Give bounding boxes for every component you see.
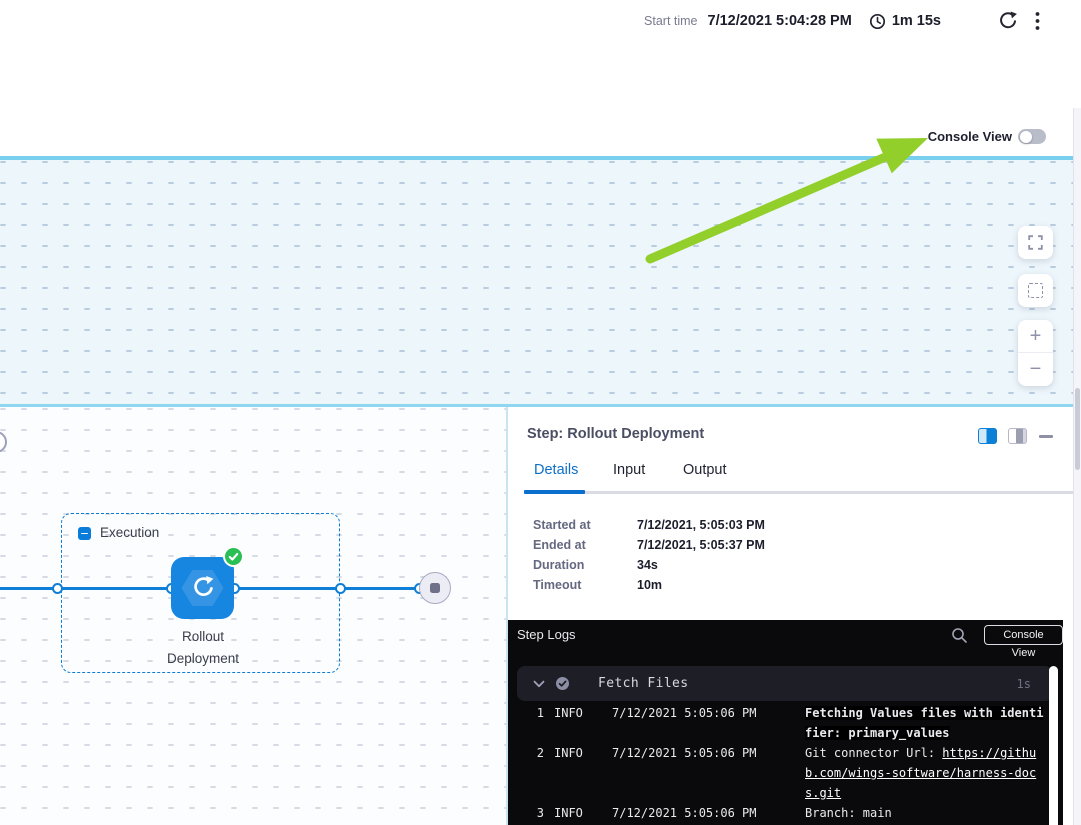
marquee-icon <box>1028 283 1043 298</box>
detail-label: Ended at <box>533 538 586 552</box>
chevron-down-icon[interactable] <box>533 680 545 688</box>
log-line-number: 2 <box>508 743 544 803</box>
elapsed-time: 1m 15s <box>892 13 941 29</box>
log-row: 2 INFO 7/12/2021 5:05:06 PM Git connecto… <box>508 743 1063 803</box>
detail-label: Started at <box>533 518 591 532</box>
start-time-value: 7/12/2021 5:04:28 PM <box>708 13 852 29</box>
step-logs-title: Step Logs <box>517 627 576 642</box>
detail-value: 7/12/2021, 5:05:37 PM <box>637 538 765 552</box>
step-details-panel: Step: Rollout Deployment Details Input O… <box>508 407 1073 825</box>
log-group-duration: 1s <box>1017 677 1031 691</box>
pipeline-canvas-lower[interactable]: Execution Rollout Deployment <box>0 407 506 825</box>
split-view-active-icon[interactable] <box>978 428 997 444</box>
execution-topbar: Start time 7/12/2021 5:04:28 PM 1m 15s <box>0 0 1081 109</box>
log-row: 1 INFO 7/12/2021 5:05:06 PM Fetching Val… <box>508 703 1063 743</box>
execution-group-label: Execution <box>100 525 159 540</box>
log-message: Git connector Url: https://github.com/wi… <box>805 743 1044 803</box>
tab-output[interactable]: Output <box>683 462 727 478</box>
node-label: Rollout Deployment <box>109 626 297 670</box>
tab-details[interactable]: Details <box>534 462 578 478</box>
log-line-number: 3 <box>508 803 544 823</box>
active-tab-underline <box>524 490 585 494</box>
console-view-button[interactable]: Console View <box>984 625 1063 645</box>
search-icon[interactable] <box>951 627 968 644</box>
tab-input[interactable]: Input <box>613 462 645 478</box>
pipeline-canvas-upper[interactable]: + − <box>0 160 1073 404</box>
fullscreen-icon <box>1028 235 1043 250</box>
toggle-knob <box>1020 131 1032 143</box>
log-message: Branch: main <box>805 803 1044 823</box>
clock-icon <box>869 13 886 30</box>
pipeline-execution-page: Start time 7/12/2021 5:04:28 PM 1m 15s C… <box>0 0 1081 825</box>
stop-node[interactable] <box>419 572 451 604</box>
refresh-button[interactable] <box>998 11 1018 31</box>
check-icon <box>228 552 239 562</box>
console-view-bar: Console View <box>0 108 1081 156</box>
fit-selection-button[interactable] <box>1018 274 1053 307</box>
log-group-name: Fetch Files <box>598 676 689 691</box>
page-scrollbar-thumb[interactable] <box>1075 388 1080 470</box>
panel-title: Step: Rollout Deployment <box>527 426 704 442</box>
step-success-icon <box>556 677 569 690</box>
log-timestamp: 7/12/2021 5:05:06 PM <box>612 743 805 803</box>
zoom-controls: + − <box>1018 320 1053 386</box>
log-message: Fetching Values files with identifier: p… <box>805 703 1044 743</box>
connector-dot <box>52 583 63 594</box>
connector-dot <box>335 583 346 594</box>
kebab-menu-icon[interactable] <box>1035 11 1040 31</box>
log-lines: 1 INFO 7/12/2021 5:05:06 PM Fetching Val… <box>508 703 1063 823</box>
console-view-label: Console View <box>928 129 1012 144</box>
minimize-panel-icon[interactable] <box>1039 435 1053 438</box>
split-view-inactive-icon[interactable] <box>1008 428 1027 444</box>
fullscreen-button[interactable] <box>1018 226 1053 259</box>
rollout-icon <box>190 575 216 601</box>
log-group-fetch-files[interactable]: Fetch Files 1s <box>517 666 1053 701</box>
tab-separator <box>524 491 1073 494</box>
collapse-group-button[interactable] <box>78 527 91 540</box>
log-level: INFO <box>554 743 612 803</box>
log-timestamp: 7/12/2021 5:05:06 PM <box>612 803 805 823</box>
rollout-deployment-node[interactable] <box>171 557 234 619</box>
zoom-out-button[interactable]: − <box>1018 353 1053 386</box>
detail-value: 34s <box>637 558 658 572</box>
console-view-toggle[interactable] <box>1018 129 1046 144</box>
log-line-number: 1 <box>508 703 544 743</box>
detail-value: 10m <box>637 578 662 592</box>
detail-label: Duration <box>533 558 584 572</box>
log-timestamp: 7/12/2021 5:05:06 PM <box>612 703 805 743</box>
start-time-label: Start time <box>644 14 698 28</box>
detail-label: Timeout <box>533 578 581 592</box>
log-row: 3 INFO 7/12/2021 5:05:06 PM Branch: main <box>508 803 1063 823</box>
success-badge <box>225 548 242 565</box>
log-scrollbar-thumb[interactable] <box>1049 666 1058 825</box>
zoom-in-button[interactable]: + <box>1018 320 1053 353</box>
log-level: INFO <box>554 803 612 823</box>
log-level: INFO <box>554 703 612 743</box>
previous-node-partial <box>0 431 7 453</box>
detail-value: 7/12/2021, 5:05:03 PM <box>637 518 765 532</box>
